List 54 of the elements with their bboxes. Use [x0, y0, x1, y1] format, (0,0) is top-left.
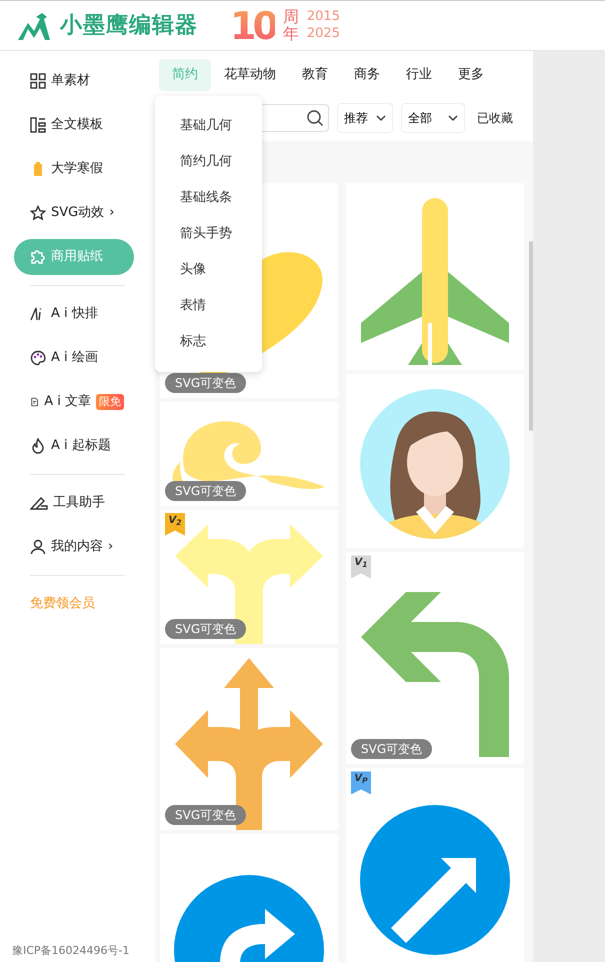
limited-free-badge: 限免	[96, 394, 124, 410]
category-tab[interactable]: 行业	[393, 59, 445, 90]
sidebar-item[interactable]: 工具助手	[14, 485, 134, 521]
anniversary-year: 2025	[306, 26, 340, 42]
sidebar-item[interactable]: A i 起标题	[14, 428, 134, 464]
menu-item[interactable]: 基础几何	[155, 108, 262, 144]
svg-color-tag: SVG可变色	[165, 372, 246, 393]
icp-footer: 豫ICP备16024496号-1	[0, 942, 155, 962]
chevron-icon: ›	[109, 203, 114, 223]
grid-icon	[30, 73, 46, 89]
puzzle-icon	[30, 249, 46, 265]
scope-select[interactable]: 全部	[401, 102, 465, 132]
chevron-icon: ›	[108, 537, 114, 557]
sidebar-item[interactable]: SVG动效 ›	[14, 195, 134, 231]
flame-icon	[30, 438, 46, 454]
vip-ribbon: V$_{1}$	[351, 555, 371, 578]
svg-color-tag: SVG可变色	[351, 739, 432, 760]
sidebar-item[interactable]: 全文模板	[14, 107, 134, 143]
menu-item[interactable]: 头像	[155, 252, 262, 288]
anniversary-char: 周	[282, 8, 299, 26]
menu-item[interactable]: 表情	[155, 288, 262, 324]
svg-color-tag: SVG可变色	[165, 618, 246, 639]
category-tab[interactable]: 商务	[341, 59, 393, 90]
ruler-icon	[30, 495, 48, 511]
sidebar-item[interactable]: A i 快排	[14, 296, 134, 332]
scrollbar-thumb[interactable]	[529, 241, 533, 431]
svg-color-tag: SVG可变色	[165, 804, 246, 825]
brand-name: 小墨鹰编辑器	[60, 12, 198, 40]
category-tab[interactable]: 花草动物	[211, 59, 289, 90]
category-tab[interactable]: 教育	[289, 59, 341, 90]
caret-icon	[448, 114, 458, 120]
sort-select[interactable]: 推荐	[337, 102, 393, 132]
anniversary-char: 年	[282, 26, 299, 42]
caret-icon	[376, 114, 386, 120]
palette-icon	[30, 350, 46, 366]
user-icon	[30, 539, 46, 555]
sidebar-item[interactable]: 大学寒假	[14, 151, 134, 187]
category-tab[interactable]: 更多	[445, 59, 497, 90]
menu-item[interactable]: 简约几何	[155, 144, 262, 180]
anniversary-year: 2015	[306, 8, 340, 26]
menu-item[interactable]: 箭头手势	[155, 216, 262, 252]
sidebar-item[interactable]: A i 绘画	[14, 340, 134, 376]
star-icon	[30, 205, 46, 221]
menu-item[interactable]: 标志	[155, 324, 262, 360]
menu-item[interactable]: 基础线条	[155, 180, 262, 216]
sidebar-item[interactable]: 我的内容 ›	[14, 529, 134, 565]
favorites-link[interactable]: 已收藏	[477, 108, 513, 126]
svg-color-tag: SVG可变色	[165, 480, 246, 501]
sidebar-item[interactable]: A i 文章 限免	[14, 384, 134, 420]
search-icon	[306, 108, 324, 126]
vip-ribbon: V$_{2}$	[165, 512, 185, 536]
sidebar-item[interactable]: 单素材	[14, 63, 134, 99]
vip-ribbon: V$_{P}$	[351, 771, 371, 794]
template-icon	[30, 117, 46, 133]
